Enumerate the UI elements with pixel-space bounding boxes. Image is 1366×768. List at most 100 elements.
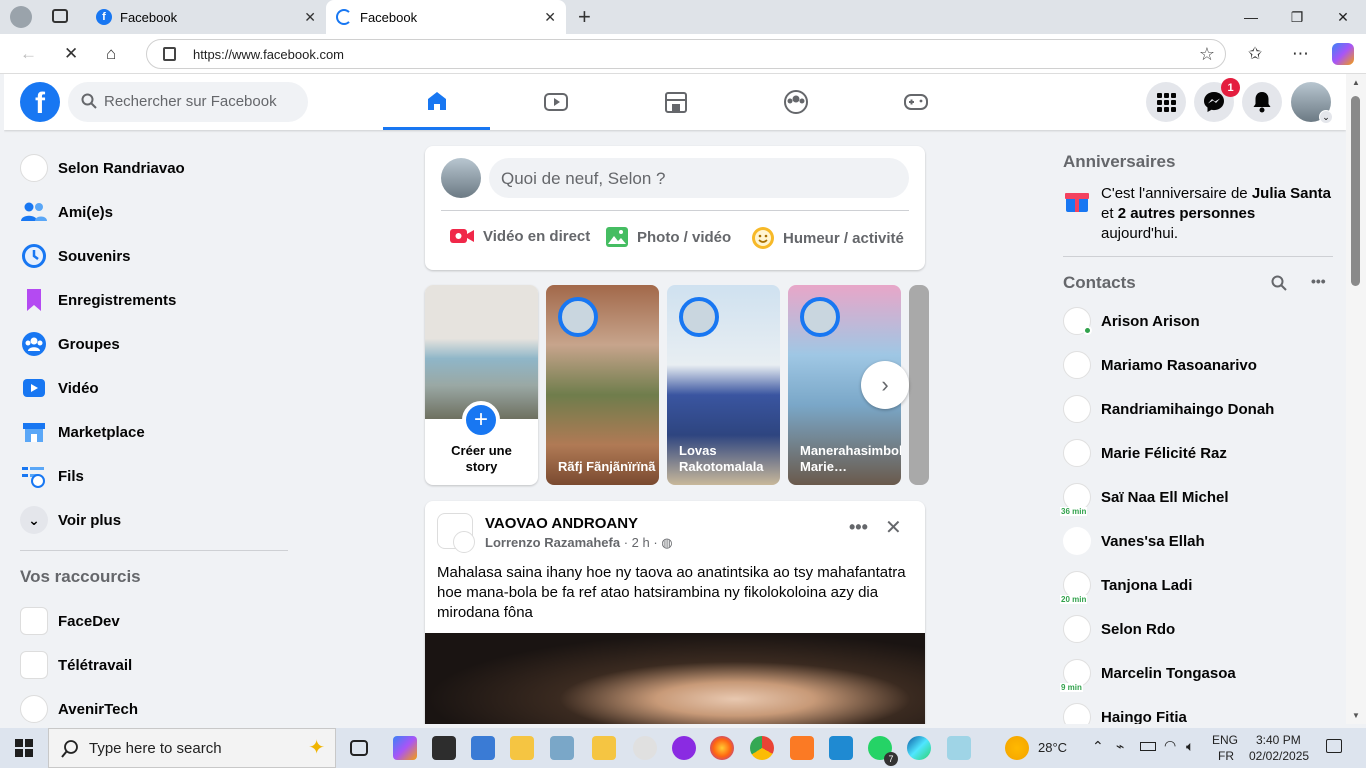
- sidebar-item-video[interactable]: Vidéo: [20, 366, 290, 410]
- contact-item[interactable]: Arison Arison: [1063, 299, 1333, 343]
- weather-temperature[interactable]: 28°C: [1038, 740, 1067, 755]
- xampp-icon[interactable]: [790, 736, 814, 760]
- keyboard-layout[interactable]: FR: [1218, 749, 1234, 763]
- sidebar-item-memories[interactable]: Souvenirs: [20, 234, 290, 278]
- birthday-person[interactable]: Julia Santa: [1252, 185, 1331, 202]
- sidebar-item-groups[interactable]: Groupes: [20, 322, 290, 366]
- nav-video[interactable]: [502, 74, 609, 130]
- notifications-icon[interactable]: [1326, 739, 1342, 753]
- contact-item[interactable]: Mariamo Rasoanarivo: [1063, 343, 1333, 387]
- media-player-icon[interactable]: [672, 736, 696, 760]
- sidebar-item-see-more[interactable]: ⌄ Voir plus: [20, 498, 290, 542]
- post-hide-icon[interactable]: ✕: [885, 515, 902, 540]
- sidebar-item-profile[interactable]: Selon Randriavao: [20, 146, 290, 190]
- contact-item[interactable]: Vanes'sa Ellah: [1063, 519, 1333, 563]
- stories-next-button[interactable]: ›: [861, 361, 909, 409]
- favorite-star-icon[interactable]: ☆: [1199, 44, 1215, 65]
- contact-item[interactable]: Randriamihaingo Donah: [1063, 387, 1333, 431]
- search-icon[interactable]: [1271, 275, 1287, 291]
- create-story-card[interactable]: + Créer une story: [425, 285, 538, 485]
- maximize-button[interactable]: ❐: [1274, 0, 1320, 34]
- new-tab-button[interactable]: +: [578, 0, 591, 34]
- composer-avatar[interactable]: [441, 158, 481, 198]
- shortcut-item[interactable]: Télétravail: [20, 643, 290, 687]
- post-time[interactable]: 2 h: [632, 535, 650, 550]
- weather-icon[interactable]: [1005, 736, 1029, 760]
- sidebar-item-marketplace[interactable]: Marketplace: [20, 410, 290, 454]
- sidebar-item-friends[interactable]: Ami(e)s: [20, 190, 290, 234]
- shortcut-item[interactable]: FaceDev: [20, 599, 290, 643]
- notepad-icon[interactable]: [947, 736, 971, 760]
- post-page-name[interactable]: VAOVAO ANDROANY: [485, 515, 638, 532]
- url-field[interactable]: https://www.facebook.com ☆: [146, 39, 1226, 69]
- firefox-icon[interactable]: [710, 736, 734, 760]
- show-hidden-icons[interactable]: ⌃: [1092, 738, 1104, 755]
- shortcut-item[interactable]: AvenirTech: [20, 687, 290, 724]
- tab-actions-icon[interactable]: [52, 9, 68, 23]
- contact-item[interactable]: 20 min Tanjona Ladi: [1060, 563, 1333, 607]
- close-tab-icon[interactable]: ✕: [304, 9, 316, 26]
- scroll-up-icon[interactable]: ▲: [1352, 78, 1360, 87]
- wifi-icon[interactable]: ◠: [1164, 737, 1176, 754]
- contact-item[interactable]: 1 h Haingo Fitia: [1063, 695, 1333, 724]
- sidebar-item-saved[interactable]: Enregistrements: [20, 278, 290, 322]
- post-author[interactable]: Lorrenzo Razamahefa: [485, 535, 620, 550]
- file-explorer-icon[interactable]: [592, 736, 616, 760]
- search-input[interactable]: Rechercher sur Facebook: [68, 82, 308, 122]
- browser-tab-active[interactable]: Facebook ✕: [326, 0, 566, 34]
- clock-date[interactable]: 02/02/2025: [1249, 749, 1309, 763]
- laptop-icon[interactable]: [550, 736, 574, 760]
- whatsapp-icon[interactable]: 7: [868, 736, 898, 766]
- messenger-button[interactable]: 1: [1194, 78, 1240, 122]
- back-button[interactable]: ←: [20, 44, 37, 64]
- birthday-notice[interactable]: C'est l'anniversaire de Julia Santa et 2…: [1063, 184, 1333, 244]
- scroll-thumb[interactable]: [1351, 96, 1360, 286]
- nav-groups[interactable]: [742, 74, 849, 130]
- page-scrollbar[interactable]: ▲ ▼: [1346, 74, 1366, 724]
- app-icon[interactable]: [471, 736, 495, 760]
- task-view-icon[interactable]: [350, 740, 368, 756]
- contact-item[interactable]: Selon Rdo: [1063, 607, 1333, 651]
- account-avatar[interactable]: ⌄: [1291, 82, 1333, 124]
- folder-icon[interactable]: [510, 736, 534, 760]
- contact-item[interactable]: 36 min Saï Naa Ell Michel: [1060, 475, 1333, 519]
- more-menu-icon[interactable]: ⋯: [1292, 44, 1309, 64]
- photo-video-button[interactable]: Photo / vidéo: [605, 226, 731, 248]
- nav-gaming[interactable]: [862, 74, 969, 130]
- volume-icon[interactable]: 🔈︎: [1186, 738, 1194, 755]
- taskbar-search-input[interactable]: Type here to search ✦: [48, 728, 336, 768]
- birthday-others[interactable]: 2 autres personnes: [1118, 205, 1256, 222]
- edge-icon[interactable]: [907, 736, 931, 760]
- clock-time[interactable]: 3:40 PM: [1256, 733, 1301, 747]
- favorites-icon[interactable]: ✩: [1248, 44, 1262, 64]
- story-card[interactable]: Rãfj Fãnjãnïrïnã: [546, 285, 659, 485]
- site-info-icon[interactable]: [163, 47, 176, 61]
- nav-home[interactable]: [383, 74, 490, 130]
- post-photo[interactable]: [425, 633, 925, 724]
- minimize-button[interactable]: —: [1228, 0, 1274, 34]
- live-video-button[interactable]: Vidéo en direct: [449, 226, 590, 246]
- stop-button[interactable]: ✕: [64, 44, 78, 64]
- post-options-icon[interactable]: •••: [849, 517, 868, 538]
- scroll-down-icon[interactable]: ▼: [1352, 711, 1360, 720]
- home-button[interactable]: ⌂: [106, 44, 116, 64]
- profile-icon[interactable]: [10, 6, 32, 28]
- menu-button[interactable]: [1146, 82, 1186, 122]
- battery-icon[interactable]: [1140, 742, 1156, 751]
- more-options-icon[interactable]: •••: [1311, 273, 1326, 289]
- post-author-avatar[interactable]: [453, 531, 475, 553]
- facebook-logo[interactable]: f: [20, 82, 60, 122]
- composer-input[interactable]: Quoi de neuf, Selon ?: [489, 158, 909, 198]
- feeling-activity-button[interactable]: Humeur / activité: [751, 226, 904, 250]
- close-window-button[interactable]: ✕: [1320, 0, 1366, 34]
- browser-tab[interactable]: f Facebook ✕: [86, 0, 326, 34]
- copilot-taskbar-icon[interactable]: [393, 736, 417, 760]
- windows-start-icon[interactable]: [15, 739, 33, 757]
- calculator-icon[interactable]: [432, 736, 456, 760]
- story-card[interactable]: [909, 285, 929, 485]
- paint-icon[interactable]: [633, 736, 657, 760]
- vscode-icon[interactable]: [829, 736, 853, 760]
- chrome-icon[interactable]: [750, 736, 774, 760]
- contact-item[interactable]: 9 min Marcelin Tongasoa: [1060, 651, 1333, 695]
- contact-item[interactable]: Marie Félicité Raz: [1063, 431, 1333, 475]
